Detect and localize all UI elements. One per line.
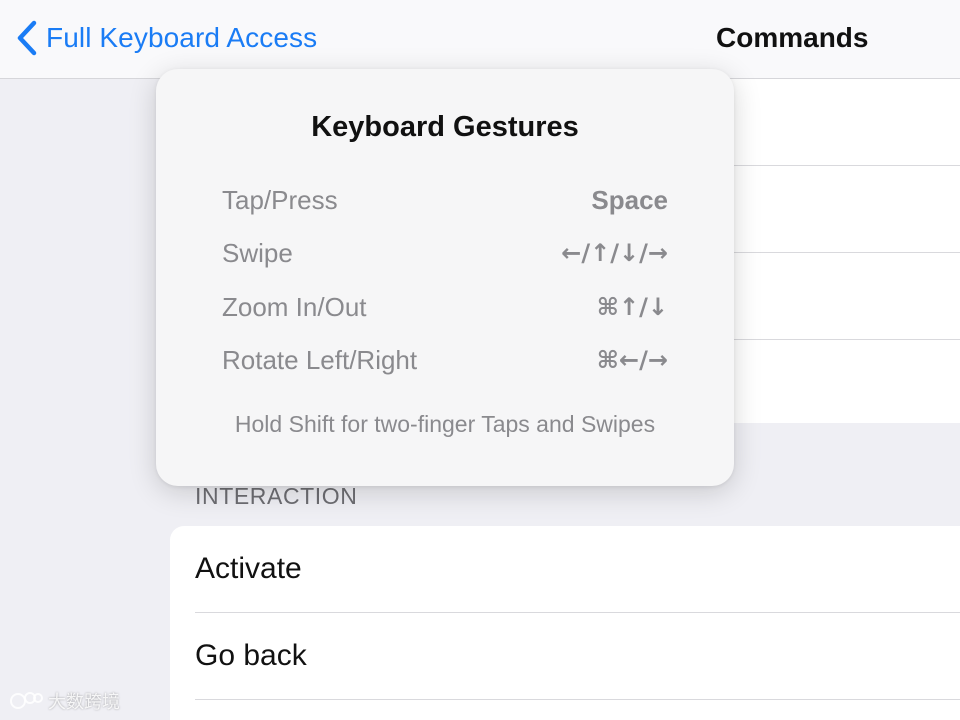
popover-title: Keyboard Gestures [311, 111, 579, 143]
gesture-row-rotate: Rotate Left/Right ⌘←/→ [222, 340, 668, 380]
chevron-left-icon [17, 20, 37, 56]
watermark-logo-icon [10, 692, 43, 709]
page-title: Commands [716, 22, 869, 53]
gesture-label: Zoom In/Out [222, 291, 367, 322]
section-header-interaction: INTERACTION [195, 483, 358, 509]
gesture-keys: ←/↑/↓/→ [561, 239, 668, 267]
back-button[interactable]: Full Keyboard Access [14, 14, 317, 62]
gesture-row-zoom: Zoom In/Out ⌘↑/↓ [222, 287, 668, 327]
popover-footnote: Hold Shift for two-finger Taps and Swipe… [234, 411, 656, 437]
watermark: 大数跨境 [8, 688, 120, 714]
gesture-label: Swipe [222, 237, 293, 268]
gesture-label: Rotate Left/Right [222, 344, 418, 375]
navigation-bar: Full Keyboard Access Commands [0, 0, 960, 79]
watermark-text: 大数跨境 [48, 692, 120, 712]
gesture-row-swipe: Swipe ←/↑/↓/→ [222, 233, 668, 273]
gesture-row-tap: Tap/Press Space [222, 180, 668, 220]
list-item-label: Go back [195, 639, 307, 672]
interaction-group: Activate Go back [170, 526, 960, 720]
gesture-keys: ⌘↑/↓ [596, 293, 668, 321]
list-item-go-back[interactable]: Go back [195, 613, 960, 700]
gesture-label: Tap/Press [222, 184, 338, 215]
list-item-activate[interactable]: Activate [195, 526, 960, 613]
gesture-keys: ⌘←/→ [596, 346, 668, 374]
gesture-keys: Space [591, 184, 668, 215]
keyboard-gestures-popover: Keyboard Gestures Tap/Press Space Swipe … [156, 69, 734, 486]
list-item-label: Activate [195, 552, 302, 585]
back-button-label: Full Keyboard Access [46, 22, 318, 53]
screen: Full Keyboard Access Commands INTERACTIO… [0, 0, 960, 720]
